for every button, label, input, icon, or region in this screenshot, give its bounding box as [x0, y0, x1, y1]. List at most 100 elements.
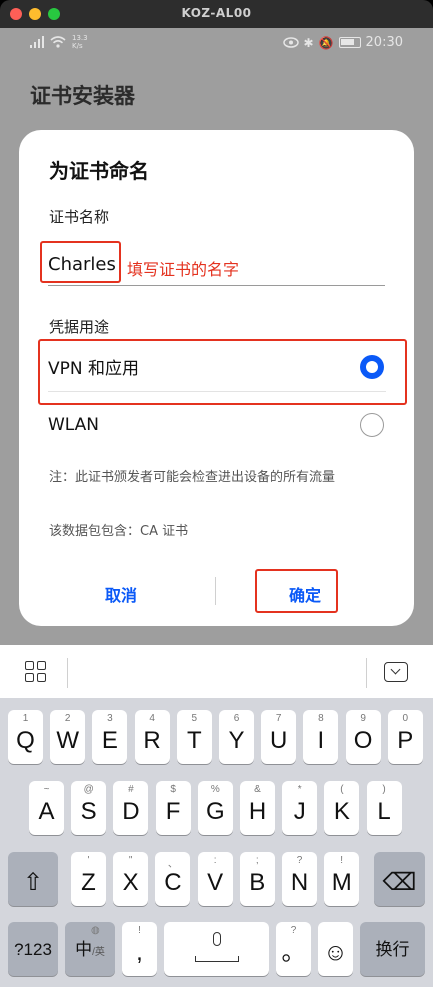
key-sublabel: 0: [402, 713, 409, 724]
key-h[interactable]: & H: [240, 781, 275, 835]
key-y[interactable]: 6Y: [219, 710, 254, 764]
key-m[interactable]: ! M: [324, 852, 360, 906]
eye-icon: [282, 37, 299, 48]
key-j[interactable]: * J: [282, 781, 318, 835]
key-label: U: [270, 727, 288, 754]
wifi-icon: [50, 36, 66, 48]
key-sublabel: @: [83, 784, 94, 795]
key-sublabel: &: [254, 784, 261, 795]
key-label: ,: [136, 939, 143, 966]
key-e[interactable]: 3E: [92, 710, 128, 764]
key-label: T: [186, 727, 202, 754]
key-d[interactable]: # D: [113, 781, 149, 835]
key-s[interactable]: @ S: [71, 781, 107, 835]
key-label: M: [331, 869, 352, 896]
cancel-button[interactable]: 取消: [105, 582, 137, 606]
enter-key[interactable]: 换行: [360, 922, 425, 976]
key-q[interactable]: 1Q: [8, 710, 43, 764]
delete-key[interactable]: ⌫: [374, 852, 425, 906]
key-label: H: [248, 798, 267, 825]
key-i[interactable]: 8I: [303, 710, 339, 764]
keyboard-menu-icon[interactable]: [25, 661, 47, 683]
key-x[interactable]: " X: [113, 852, 149, 906]
key-label: X: [122, 869, 139, 896]
key-b[interactable]: ; B: [239, 852, 275, 906]
clock: 20:30: [365, 35, 403, 50]
package-note: 该数据包包含：CA 证书: [49, 524, 189, 539]
numbers-key[interactable]: ?123: [8, 922, 58, 976]
key-p[interactable]: 0P: [387, 710, 423, 764]
key-f[interactable]: $ F: [155, 781, 191, 835]
key-label: W: [56, 727, 80, 754]
emoji-key[interactable]: ☺: [318, 922, 353, 976]
toolbar-divider: [366, 658, 367, 688]
key-label: 中/英: [75, 940, 105, 959]
name-certificate-dialog: 为证书命名 证书名称 Charles 填写证书的名字 凭据用途 VPN 和应用 …: [19, 130, 414, 626]
key-label: C: [164, 869, 182, 896]
key-label: K: [333, 798, 350, 825]
key-sublabel: :: [213, 855, 217, 866]
space-icon: [194, 956, 239, 962]
key-label: V: [207, 869, 224, 896]
key-u[interactable]: 7U: [261, 710, 297, 764]
key-sublabel: ;: [255, 855, 259, 866]
key-label: B: [249, 869, 266, 896]
keyboard: 1 Q 2 W 3 E 4 R 5 T 6 Y 7 U 8 I 9 O 0 P ~ A @ S # D $ F% G & H * J(K) L ⇧ '…: [0, 698, 433, 987]
key-sublabel: ?: [296, 855, 303, 866]
key-sublabel: 7: [275, 713, 282, 724]
key-label: Y: [228, 727, 245, 754]
radio-unselected-icon[interactable]: [360, 413, 384, 437]
key-l[interactable]: ) L: [366, 781, 402, 835]
hide-keyboard-icon[interactable]: [384, 662, 408, 682]
credential-usage-label: 凭据用途: [49, 318, 110, 336]
key-label: N: [290, 869, 309, 896]
key-label: P: [397, 727, 414, 754]
key-t[interactable]: 5T: [176, 710, 212, 764]
key-sublabel: 4: [149, 713, 155, 724]
network-speed: 13.3 K/s: [72, 34, 88, 50]
microphone-icon: [212, 932, 221, 946]
key-k[interactable]: (K: [324, 781, 360, 835]
keyboard-toolbar: [0, 645, 433, 698]
key-sublabel: ): [382, 784, 386, 795]
key-z[interactable]: ' Z: [71, 852, 106, 906]
key-a[interactable]: ~ A: [29, 781, 64, 835]
key-sublabel: !: [138, 925, 141, 936]
key-v[interactable]: :V: [197, 852, 233, 906]
key-label: Z: [81, 869, 96, 896]
mute-icon: 🔕: [318, 35, 334, 50]
key-sublabel: *: [297, 784, 302, 795]
option-wlan[interactable]: WLAN: [48, 400, 386, 450]
period-key[interactable]: ?。: [276, 922, 311, 976]
key-sublabel: 3: [107, 713, 113, 724]
key-label: R: [143, 727, 161, 754]
key-label: E: [101, 727, 118, 754]
key-label: F: [165, 798, 181, 825]
annotation-box-name: [40, 241, 121, 283]
key-c[interactable]: 、 C: [155, 852, 191, 906]
app-title: 证书安装器: [30, 84, 135, 108]
key-label: L: [377, 798, 391, 825]
key-sublabel: #: [128, 784, 134, 795]
status-bar: 13.3 K/s ✱ 🔕 20:30: [0, 28, 433, 58]
key-label: ⌫: [382, 869, 417, 896]
key-label: ⇧: [22, 869, 44, 896]
key-sublabel: 、: [167, 859, 178, 870]
comma-key[interactable]: !,: [122, 922, 157, 976]
key-n[interactable]: ? N: [282, 852, 317, 906]
button-divider: [215, 577, 216, 605]
key-g[interactable]: % G: [197, 781, 233, 835]
shift-key[interactable]: ⇧: [8, 852, 58, 906]
space-key[interactable]: [164, 922, 269, 976]
key-r[interactable]: 4R: [134, 710, 170, 764]
traffic-note: 注：此证书颁发者可能会检查进出设备的所有流量: [49, 470, 336, 485]
key-label: I: [317, 727, 325, 754]
key-w[interactable]: 2W: [50, 710, 86, 764]
language-switch-key[interactable]: ◍ 中/英: [65, 922, 115, 976]
annotation-text: 填写证书的名字: [127, 260, 240, 279]
certificate-name-label: 证书名称: [49, 208, 110, 226]
key-o[interactable]: 9O: [345, 710, 381, 764]
key-label: D: [122, 798, 140, 825]
key-sublabel: $: [170, 784, 176, 795]
key-label: 。: [281, 939, 306, 966]
